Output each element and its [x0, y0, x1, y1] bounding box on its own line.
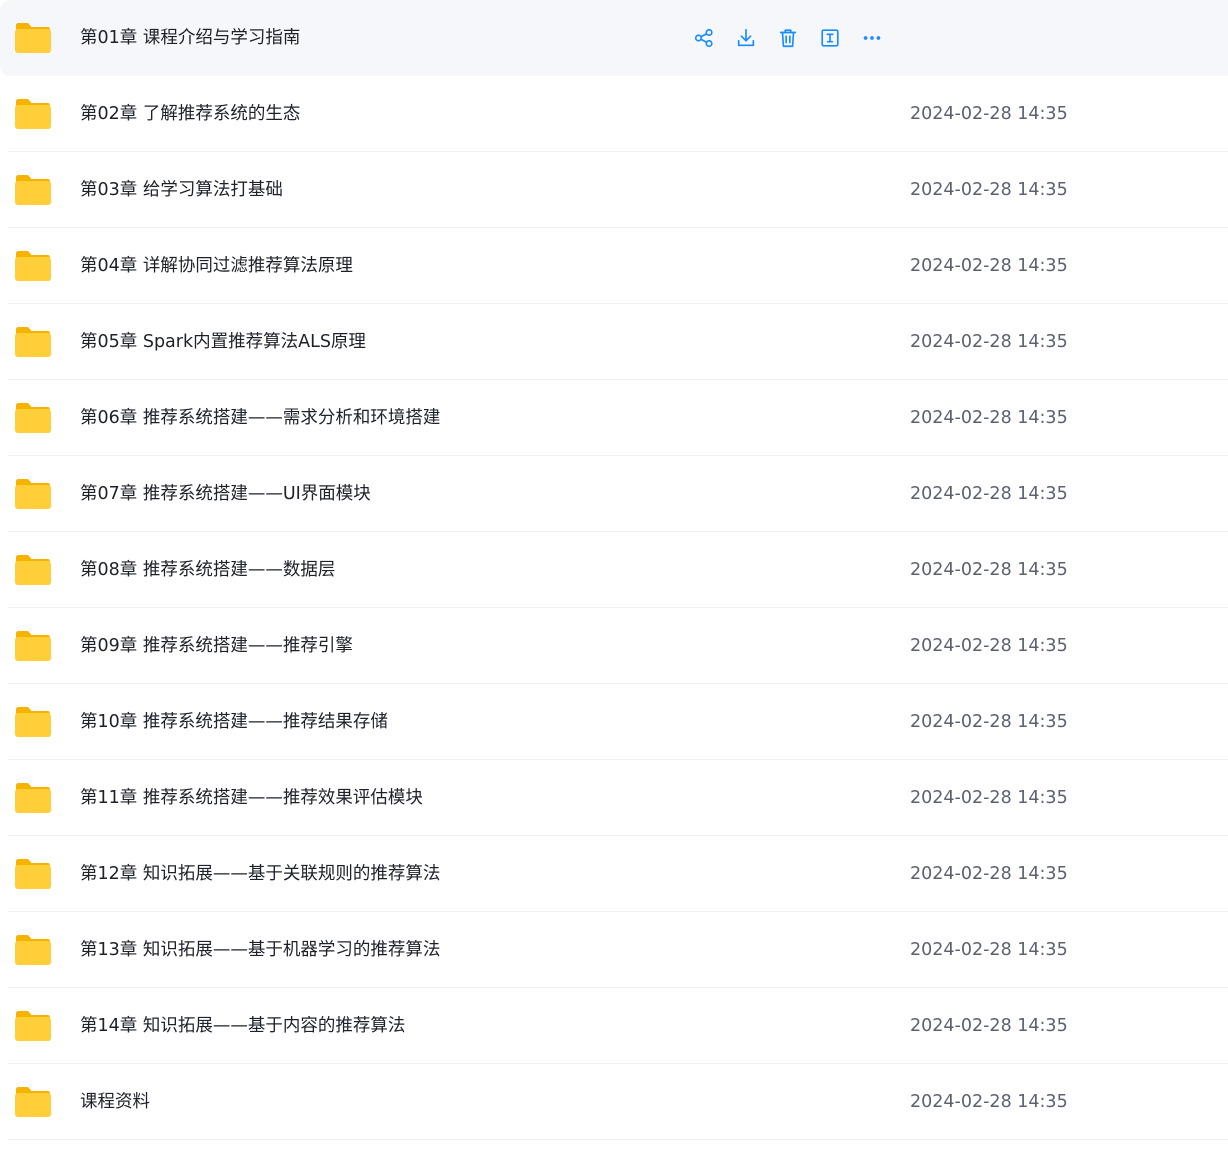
- file-list: 第01章 课程介绍与学习指南 第02章 了解推荐系统的生态 2024-02-28…: [0, 0, 1228, 1140]
- file-name[interactable]: 第13章 知识拓展——基于机器学习的推荐算法: [80, 912, 440, 988]
- folder-icon: [15, 707, 51, 737]
- modified-time: 2024-02-28 14:35: [910, 180, 1068, 200]
- file-row[interactable]: 第13章 知识拓展——基于机器学习的推荐算法 2024-02-28 14:35: [0, 912, 1228, 988]
- file-row[interactable]: 第05章 Spark内置推荐算法ALS原理 2024-02-28 14:35: [0, 304, 1228, 380]
- modified-time: 2024-02-28 14:35: [910, 712, 1068, 732]
- file-row[interactable]: 第07章 推荐系统搭建——UI界面模块 2024-02-28 14:35: [0, 456, 1228, 532]
- modified-time: 2024-02-28 14:35: [910, 560, 1068, 580]
- file-name[interactable]: 第09章 推荐系统搭建——推荐引擎: [80, 608, 353, 684]
- file-row[interactable]: 第10章 推荐系统搭建——推荐结果存储 2024-02-28 14:35: [0, 684, 1228, 760]
- file-row[interactable]: 课程资料 2024-02-28 14:35: [0, 1064, 1228, 1140]
- rename-button[interactable]: [816, 26, 844, 50]
- file-row[interactable]: 第12章 知识拓展——基于关联规则的推荐算法 2024-02-28 14:35: [0, 836, 1228, 912]
- file-row[interactable]: 第04章 详解协同过滤推荐算法原理 2024-02-28 14:35: [0, 228, 1228, 304]
- folder-icon: [15, 631, 51, 661]
- modified-time: 2024-02-28 14:35: [910, 484, 1068, 504]
- file-name[interactable]: 第07章 推荐系统搭建——UI界面模块: [80, 456, 371, 532]
- file-name[interactable]: 第04章 详解协同过滤推荐算法原理: [80, 228, 353, 304]
- modified-time: 2024-02-28 14:35: [910, 1016, 1068, 1036]
- folder-icon: [15, 327, 51, 357]
- more-button[interactable]: [858, 26, 886, 50]
- rename-icon: [821, 29, 839, 47]
- share-button[interactable]: [690, 26, 718, 50]
- folder-icon: [15, 1087, 51, 1117]
- share-icon: [694, 28, 713, 48]
- file-name[interactable]: 第08章 推荐系统搭建——数据层: [80, 532, 335, 608]
- modified-time: 2024-02-28 14:35: [910, 1092, 1068, 1112]
- modified-time: 2024-02-28 14:35: [910, 104, 1068, 124]
- file-row[interactable]: 第14章 知识拓展——基于内容的推荐算法 2024-02-28 14:35: [0, 988, 1228, 1064]
- file-name[interactable]: 课程资料: [80, 1064, 150, 1140]
- more-icon: [863, 36, 881, 40]
- modified-time: 2024-02-28 14:35: [910, 940, 1068, 960]
- folder-icon: [15, 175, 51, 205]
- file-row[interactable]: 第01章 课程介绍与学习指南: [0, 0, 1228, 76]
- modified-time: 2024-02-28 14:35: [910, 408, 1068, 428]
- delete-icon: [779, 29, 797, 48]
- file-name[interactable]: 第01章 课程介绍与学习指南: [80, 0, 300, 76]
- file-name[interactable]: 第11章 推荐系统搭建——推荐效果评估模块: [80, 760, 423, 836]
- download-icon: [737, 28, 755, 47]
- folder-icon: [15, 859, 51, 889]
- file-name[interactable]: 第12章 知识拓展——基于关联规则的推荐算法: [80, 836, 440, 912]
- folder-icon: [15, 479, 51, 509]
- folder-icon: [15, 403, 51, 433]
- file-row[interactable]: 第03章 给学习算法打基础 2024-02-28 14:35: [0, 152, 1228, 228]
- modified-time: 2024-02-28 14:35: [910, 636, 1068, 656]
- folder-icon: [15, 935, 51, 965]
- folder-icon: [15, 1011, 51, 1041]
- folder-icon: [15, 783, 51, 813]
- modified-time: 2024-02-28 14:35: [910, 864, 1068, 884]
- file-name[interactable]: 第14章 知识拓展——基于内容的推荐算法: [80, 988, 405, 1064]
- delete-button[interactable]: [774, 26, 802, 50]
- file-name[interactable]: 第02章 了解推荐系统的生态: [80, 76, 300, 152]
- folder-icon: [15, 251, 51, 281]
- modified-time: 2024-02-28 14:35: [910, 256, 1068, 276]
- file-name[interactable]: 第10章 推荐系统搭建——推荐结果存储: [80, 684, 388, 760]
- file-row[interactable]: 第06章 推荐系统搭建——需求分析和环境搭建 2024-02-28 14:35: [0, 380, 1228, 456]
- modified-time: 2024-02-28 14:35: [910, 332, 1068, 352]
- download-button[interactable]: [732, 26, 760, 50]
- file-name[interactable]: 第06章 推荐系统搭建——需求分析和环境搭建: [80, 380, 440, 456]
- folder-icon: [15, 23, 51, 53]
- row-action-toolbar: [690, 26, 900, 50]
- file-row[interactable]: 第09章 推荐系统搭建——推荐引擎 2024-02-28 14:35: [0, 608, 1228, 684]
- folder-icon: [15, 555, 51, 585]
- file-name[interactable]: 第05章 Spark内置推荐算法ALS原理: [80, 304, 366, 380]
- file-row[interactable]: 第08章 推荐系统搭建——数据层 2024-02-28 14:35: [0, 532, 1228, 608]
- modified-time: 2024-02-28 14:35: [910, 788, 1068, 808]
- file-row[interactable]: 第02章 了解推荐系统的生态 2024-02-28 14:35: [0, 76, 1228, 152]
- file-name[interactable]: 第03章 给学习算法打基础: [80, 152, 283, 228]
- file-row[interactable]: 第11章 推荐系统搭建——推荐效果评估模块 2024-02-28 14:35: [0, 760, 1228, 836]
- folder-icon: [15, 99, 51, 129]
